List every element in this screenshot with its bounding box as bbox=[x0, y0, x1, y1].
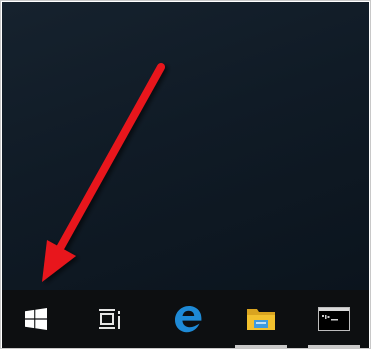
command-prompt-button[interactable] bbox=[304, 290, 364, 348]
windows-start-icon bbox=[25, 308, 47, 330]
running-indicator bbox=[235, 345, 287, 348]
taskbar bbox=[2, 290, 369, 348]
start-button[interactable] bbox=[6, 290, 66, 348]
command-prompt-icon bbox=[318, 307, 350, 331]
running-indicator bbox=[308, 345, 360, 348]
file-explorer-icon bbox=[247, 309, 275, 330]
screenshot-frame bbox=[0, 0, 371, 349]
task-view-button[interactable] bbox=[80, 290, 140, 348]
desktop-background[interactable] bbox=[2, 2, 369, 290]
edge-browser-button[interactable] bbox=[158, 290, 218, 348]
edge-browser-icon bbox=[175, 306, 202, 333]
task-view-icon bbox=[99, 309, 120, 329]
file-explorer-button[interactable] bbox=[231, 290, 291, 348]
